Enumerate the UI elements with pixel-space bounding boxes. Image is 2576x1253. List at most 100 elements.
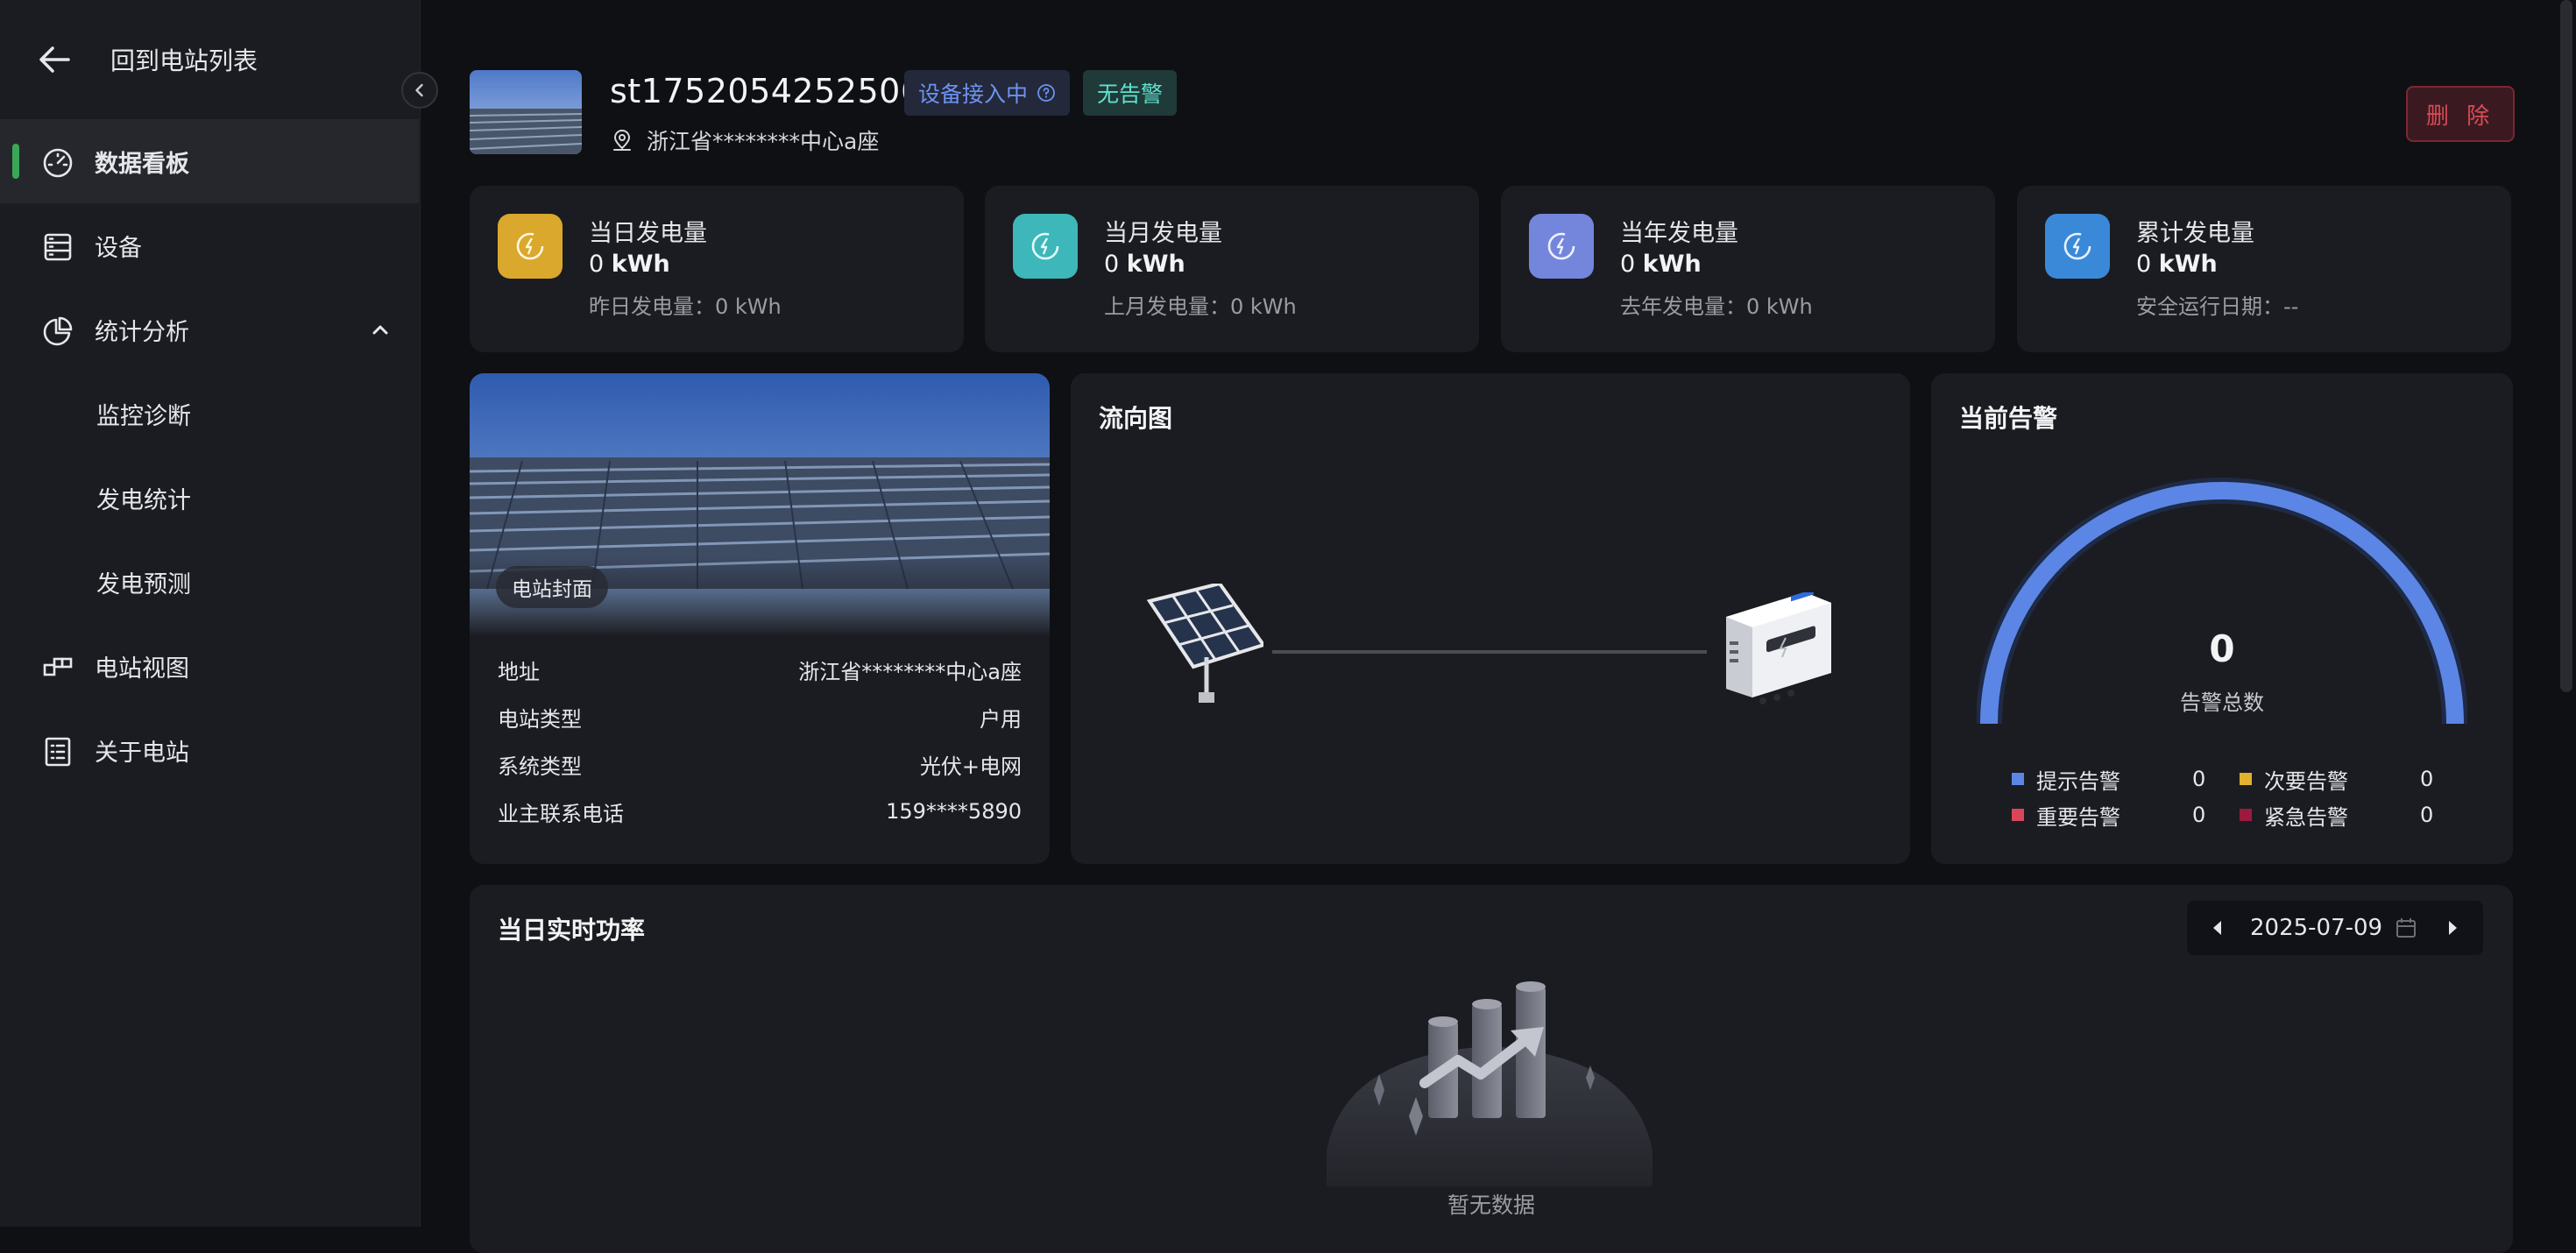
sidebar-item-generation-stats[interactable]: 发电统计 — [0, 456, 419, 540]
stat-value: 0 kWh — [2136, 251, 2218, 278]
info-row-owner-phone: 业主联系电话 159****5890 — [498, 794, 1022, 829]
collapse-sidebar-button[interactable] — [401, 72, 438, 109]
info-row-station-type: 电站类型 户用 — [498, 699, 1022, 734]
sidebar: 回到电站列表 数据看板 设备 统计分析 监控诊断 发电统计 发电预测 电站视图 … — [0, 0, 421, 1227]
legend-value: 0 — [2192, 767, 2206, 791]
sidebar-item-statistics[interactable]: 统计分析 — [0, 287, 419, 372]
power-icon — [1529, 214, 1594, 279]
legend-value: 0 — [2420, 803, 2434, 827]
sidebar-item-label: 关于电站 — [95, 739, 189, 767]
legend-label: 重要告警 — [2036, 804, 2120, 830]
delete-button[interactable]: 删 除 — [2406, 86, 2515, 142]
legend-label: 次要告警 — [2264, 768, 2348, 794]
stat-title: 当日发电量 — [589, 220, 707, 247]
legend-label: 提示告警 — [2036, 768, 2120, 794]
stat-card-yearly: 当年发电量 0 kWh 去年发电量：0 kWh — [1501, 186, 1995, 352]
back-to-list-button[interactable]: 回到电站列表 — [35, 35, 258, 84]
info-label: 系统类型 — [498, 754, 582, 779]
stat-title: 当月发电量 — [1104, 220, 1222, 247]
stat-value: 0 kWh — [1104, 251, 1185, 278]
legend-value: 0 — [2192, 803, 2206, 827]
location-text: 浙江省********中心a座 — [647, 129, 880, 154]
sidebar-item-monitoring[interactable]: 监控诊断 — [0, 372, 419, 456]
pie-chart-icon — [43, 316, 73, 346]
stat-card-monthly: 当月发电量 0 kWh 上月发电量：0 kWh — [985, 186, 1479, 352]
device-icon — [44, 233, 72, 261]
alarm-total-count: 0 — [2209, 627, 2235, 670]
legend-critical-alarm: 紧急告警 0 — [2240, 800, 2433, 830]
back-label: 回到电站列表 — [110, 46, 258, 75]
legend-value: 0 — [2420, 767, 2434, 791]
empty-data-text: 暂无数据 — [1447, 1193, 1535, 1218]
arrow-left-icon — [39, 46, 70, 73]
station-thumbnail — [470, 70, 582, 154]
legend-hint-alarm: 提示告警 0 — [2012, 764, 2205, 794]
legend-label: 紧急告警 — [2264, 804, 2348, 830]
empty-data-illustration — [1327, 981, 1652, 1186]
info-value: 户用 — [980, 706, 1022, 732]
inverter-icon — [1726, 592, 1831, 704]
connection-status-tag: 设备接入中 — [904, 70, 1071, 116]
prev-date-icon[interactable] — [2206, 917, 2229, 939]
stat-value: 0 kWh — [589, 251, 670, 278]
info-label: 业主联系电话 — [498, 801, 624, 826]
alarm-status-tag: 无告警 — [1083, 70, 1178, 116]
legend-swatch — [2240, 773, 2252, 785]
dashboard-icon — [43, 148, 73, 178]
station-info-card: 地址 浙江省********中心a座 电站类型 户用 系统类型 光伏+电网 业主… — [470, 373, 1050, 864]
date-picker[interactable]: 2025-07-09 — [2187, 901, 2483, 955]
flow-connection-line — [1272, 650, 1707, 654]
location-pin-icon — [613, 129, 631, 151]
page-scrollbar[interactable] — [2560, 0, 2572, 692]
solar-panel-icon — [1146, 584, 1263, 703]
connection-status-text: 设备接入中 — [918, 81, 1029, 107]
sidebar-item-label: 电站视图 — [95, 655, 189, 683]
power-icon — [498, 214, 563, 279]
sidebar-item-label: 统计分析 — [95, 318, 189, 346]
current-alarm-card: 当前告警 0 告警总数 提示告警 0 次要告警 0 重要告警 0 紧急告警 0 — [1931, 373, 2513, 864]
stat-subtext: 昨日发电量：0 kWh — [589, 294, 782, 319]
station-view-icon — [43, 657, 73, 676]
stat-card-total: 累计发电量 0 kWh 安全运行日期：-- — [2017, 186, 2511, 352]
alarm-title: 当前告警 — [1959, 404, 2058, 433]
legend-major-alarm: 重要告警 0 — [2012, 800, 2205, 830]
sidebar-item-about[interactable]: 关于电站 — [0, 708, 419, 792]
legend-swatch — [2012, 809, 2024, 821]
stat-subtext: 去年发电量：0 kWh — [1620, 294, 1813, 319]
sidebar-item-label: 数据看板 — [95, 150, 189, 178]
help-icon[interactable] — [1037, 83, 1056, 103]
sidebar-item-label: 发电预测 — [96, 570, 191, 598]
sidebar-item-label: 设备 — [95, 234, 142, 262]
station-location: 浙江省********中心a座 — [610, 124, 879, 156]
legend-swatch — [2240, 809, 2252, 821]
alarm-total-label: 告警总数 — [2180, 690, 2264, 715]
date-value[interactable]: 2025-07-09 — [2250, 915, 2382, 941]
sidebar-item-forecast[interactable]: 发电预测 — [0, 540, 419, 624]
sidebar-item-label: 监控诊断 — [96, 402, 191, 430]
next-date-icon[interactable] — [2441, 917, 2464, 939]
info-row-system-type: 系统类型 光伏+电网 — [498, 747, 1022, 782]
flow-title: 流向图 — [1099, 404, 1173, 433]
realtime-power-card: 当日实时功率 2025-07-09 暂无数据 — [470, 885, 2513, 1253]
cover-label-badge: 电站封面 — [496, 566, 608, 608]
sidebar-item-station-view[interactable]: 电站视图 — [0, 624, 419, 708]
info-label: 电站类型 — [498, 706, 582, 732]
stat-card-daily: 当日发电量 0 kWh 昨日发电量：0 kWh — [470, 186, 964, 352]
sidebar-item-dashboard[interactable]: 数据看板 — [0, 119, 419, 203]
about-icon — [45, 737, 71, 767]
info-value: 光伏+电网 — [919, 754, 1022, 779]
flow-diagram-card: 流向图 — [1071, 373, 1910, 864]
sidebar-item-device[interactable]: 设备 — [0, 203, 419, 287]
power-icon — [2045, 214, 2110, 279]
stat-subtext: 上月发电量：0 kWh — [1104, 294, 1297, 319]
legend-minor-alarm: 次要告警 0 — [2240, 764, 2433, 794]
stat-subtext: 安全运行日期：-- — [2136, 294, 2299, 319]
stat-title: 当年发电量 — [1620, 220, 1738, 247]
info-value: 浙江省********中心a座 — [798, 659, 1022, 684]
power-icon — [1013, 214, 1078, 279]
chevron-left-icon — [415, 83, 423, 97]
power-title: 当日实时功率 — [498, 916, 646, 945]
calendar-icon[interactable] — [2394, 916, 2418, 940]
station-title: st1752054252506 — [610, 72, 923, 110]
sidebar-item-label: 发电统计 — [96, 486, 191, 514]
